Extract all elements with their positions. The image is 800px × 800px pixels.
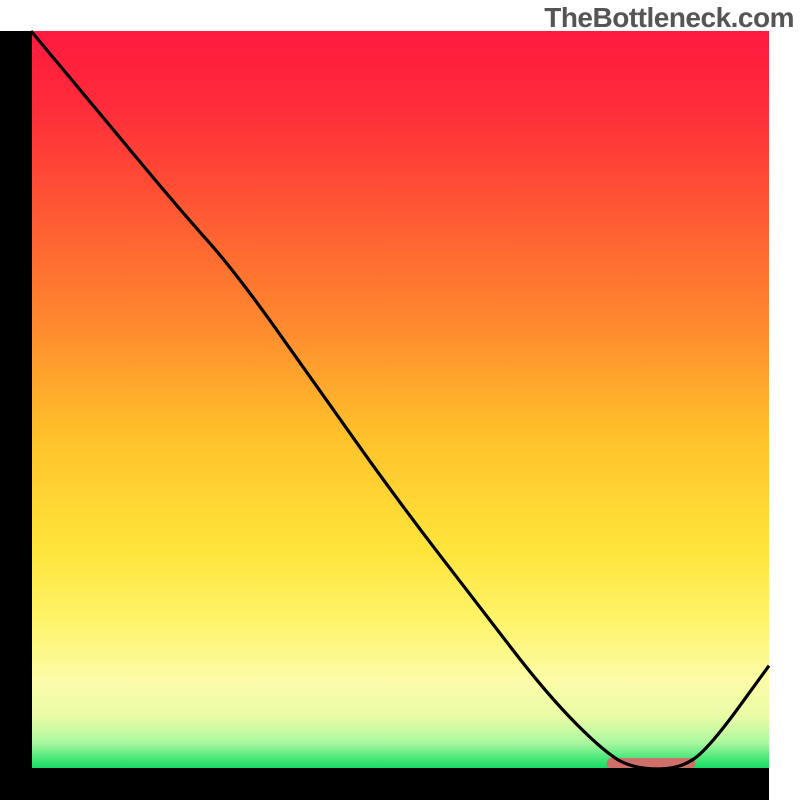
x-axis [0,768,769,800]
watermark-text: TheBottleneck.com [544,2,794,34]
bottleneck-chart [0,0,800,800]
y-axis [0,31,32,800]
chart-frame: TheBottleneck.com [0,0,800,800]
plot-background [31,31,769,769]
